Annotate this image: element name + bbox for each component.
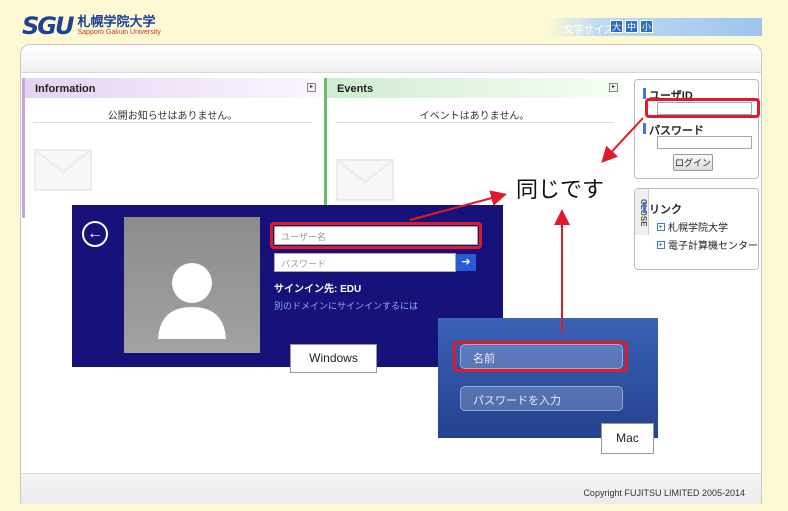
site-header: SGU 札幌学院大学 Sapporo Gakuin University 文字サ…: [0, 0, 788, 44]
link-sapporo-gakuin[interactable]: ▸ 札幌学院大学: [657, 219, 728, 234]
password-input[interactable]: [657, 136, 752, 149]
user-avatar: [124, 217, 260, 353]
envelope-icon: [336, 159, 394, 201]
information-panel-title: Information: [35, 83, 96, 95]
font-size-label: 文字サイズ: [564, 25, 614, 36]
right-arrow-icon[interactable]: ➔: [456, 254, 476, 271]
link-label: 札幌学院大学: [668, 223, 728, 234]
windows-other-domain-link[interactable]: 別のドメインにサインインするには: [274, 299, 418, 312]
square-menu-icon[interactable]: ▸: [307, 83, 316, 92]
close-tab[interactable]: CLOSE: [635, 189, 649, 235]
user-id-highlight: [645, 98, 760, 118]
mac-tag: Mac: [601, 423, 654, 454]
events-empty-message: イベントはありません。: [419, 111, 530, 122]
login-box: ユーザID パスワード ログイン: [634, 79, 759, 179]
windows-signin-domain: サインイン先: EDU: [274, 284, 362, 295]
windows-tag: Windows: [290, 344, 377, 373]
logo-mark: SGU: [22, 12, 75, 40]
university-logo[interactable]: SGU 札幌学院大学 Sapporo Gakuin University: [22, 12, 161, 40]
login-button[interactable]: ログイン: [673, 154, 713, 171]
link-label: 電子計算機センター: [668, 241, 758, 252]
mac-signin-screen: 名前 パスワードを入力: [438, 318, 658, 438]
links-box: CLOSE リンク ▸ 札幌学院大学 ▸ 電子計算機センター: [634, 188, 759, 270]
information-empty-message: 公開お知らせはありません。: [107, 111, 238, 122]
square-menu-icon[interactable]: ▸: [609, 83, 618, 92]
information-panel-header: Information: [25, 78, 320, 98]
logo-text: 札幌学院大学 Sapporo Gakuin University: [77, 15, 160, 37]
mac-password-field[interactable]: パスワードを入力: [460, 386, 623, 411]
logo-japanese-name: 札幌学院大学: [77, 14, 156, 29]
events-panel-header: Events: [327, 78, 622, 98]
information-panel: Information ▸ 公開お知らせはありません。: [22, 78, 320, 218]
font-size-small-button[interactable]: 小: [640, 20, 653, 33]
mac-name-highlight: [453, 341, 628, 372]
font-size-bar: 文字サイズ 大 中 小: [548, 18, 762, 36]
divider: [33, 122, 312, 123]
link-bullet-icon: ▸: [657, 240, 665, 249]
logo-english-name: Sapporo Gakuin University: [77, 29, 161, 36]
windows-password-input[interactable]: パスワード: [274, 253, 456, 272]
windows-password-placeholder: パスワード: [281, 259, 327, 269]
portal-topbar: [21, 45, 761, 73]
copyright-text: Copyright FUJITSU LIMITED 2005-2014: [583, 488, 745, 498]
person-icon: [158, 263, 226, 339]
portal-footer: Copyright FUJITSU LIMITED 2005-2014: [21, 473, 761, 504]
same-annotation-label: 同じです: [516, 178, 605, 203]
font-size-medium-button[interactable]: 中: [625, 20, 638, 33]
links-title: リンク: [643, 201, 682, 217]
windows-username-highlight: [270, 222, 482, 249]
mac-password-placeholder: パスワードを入力: [473, 395, 561, 407]
envelope-icon: [34, 149, 92, 191]
link-bullet-icon: ▸: [657, 222, 665, 231]
back-arrow-icon[interactable]: ←: [82, 221, 108, 247]
font-size-large-button[interactable]: 大: [610, 20, 623, 33]
events-panel-title: Events: [337, 83, 374, 95]
divider: [335, 122, 614, 123]
link-computer-center[interactable]: ▸ 電子計算機センター: [657, 237, 758, 252]
